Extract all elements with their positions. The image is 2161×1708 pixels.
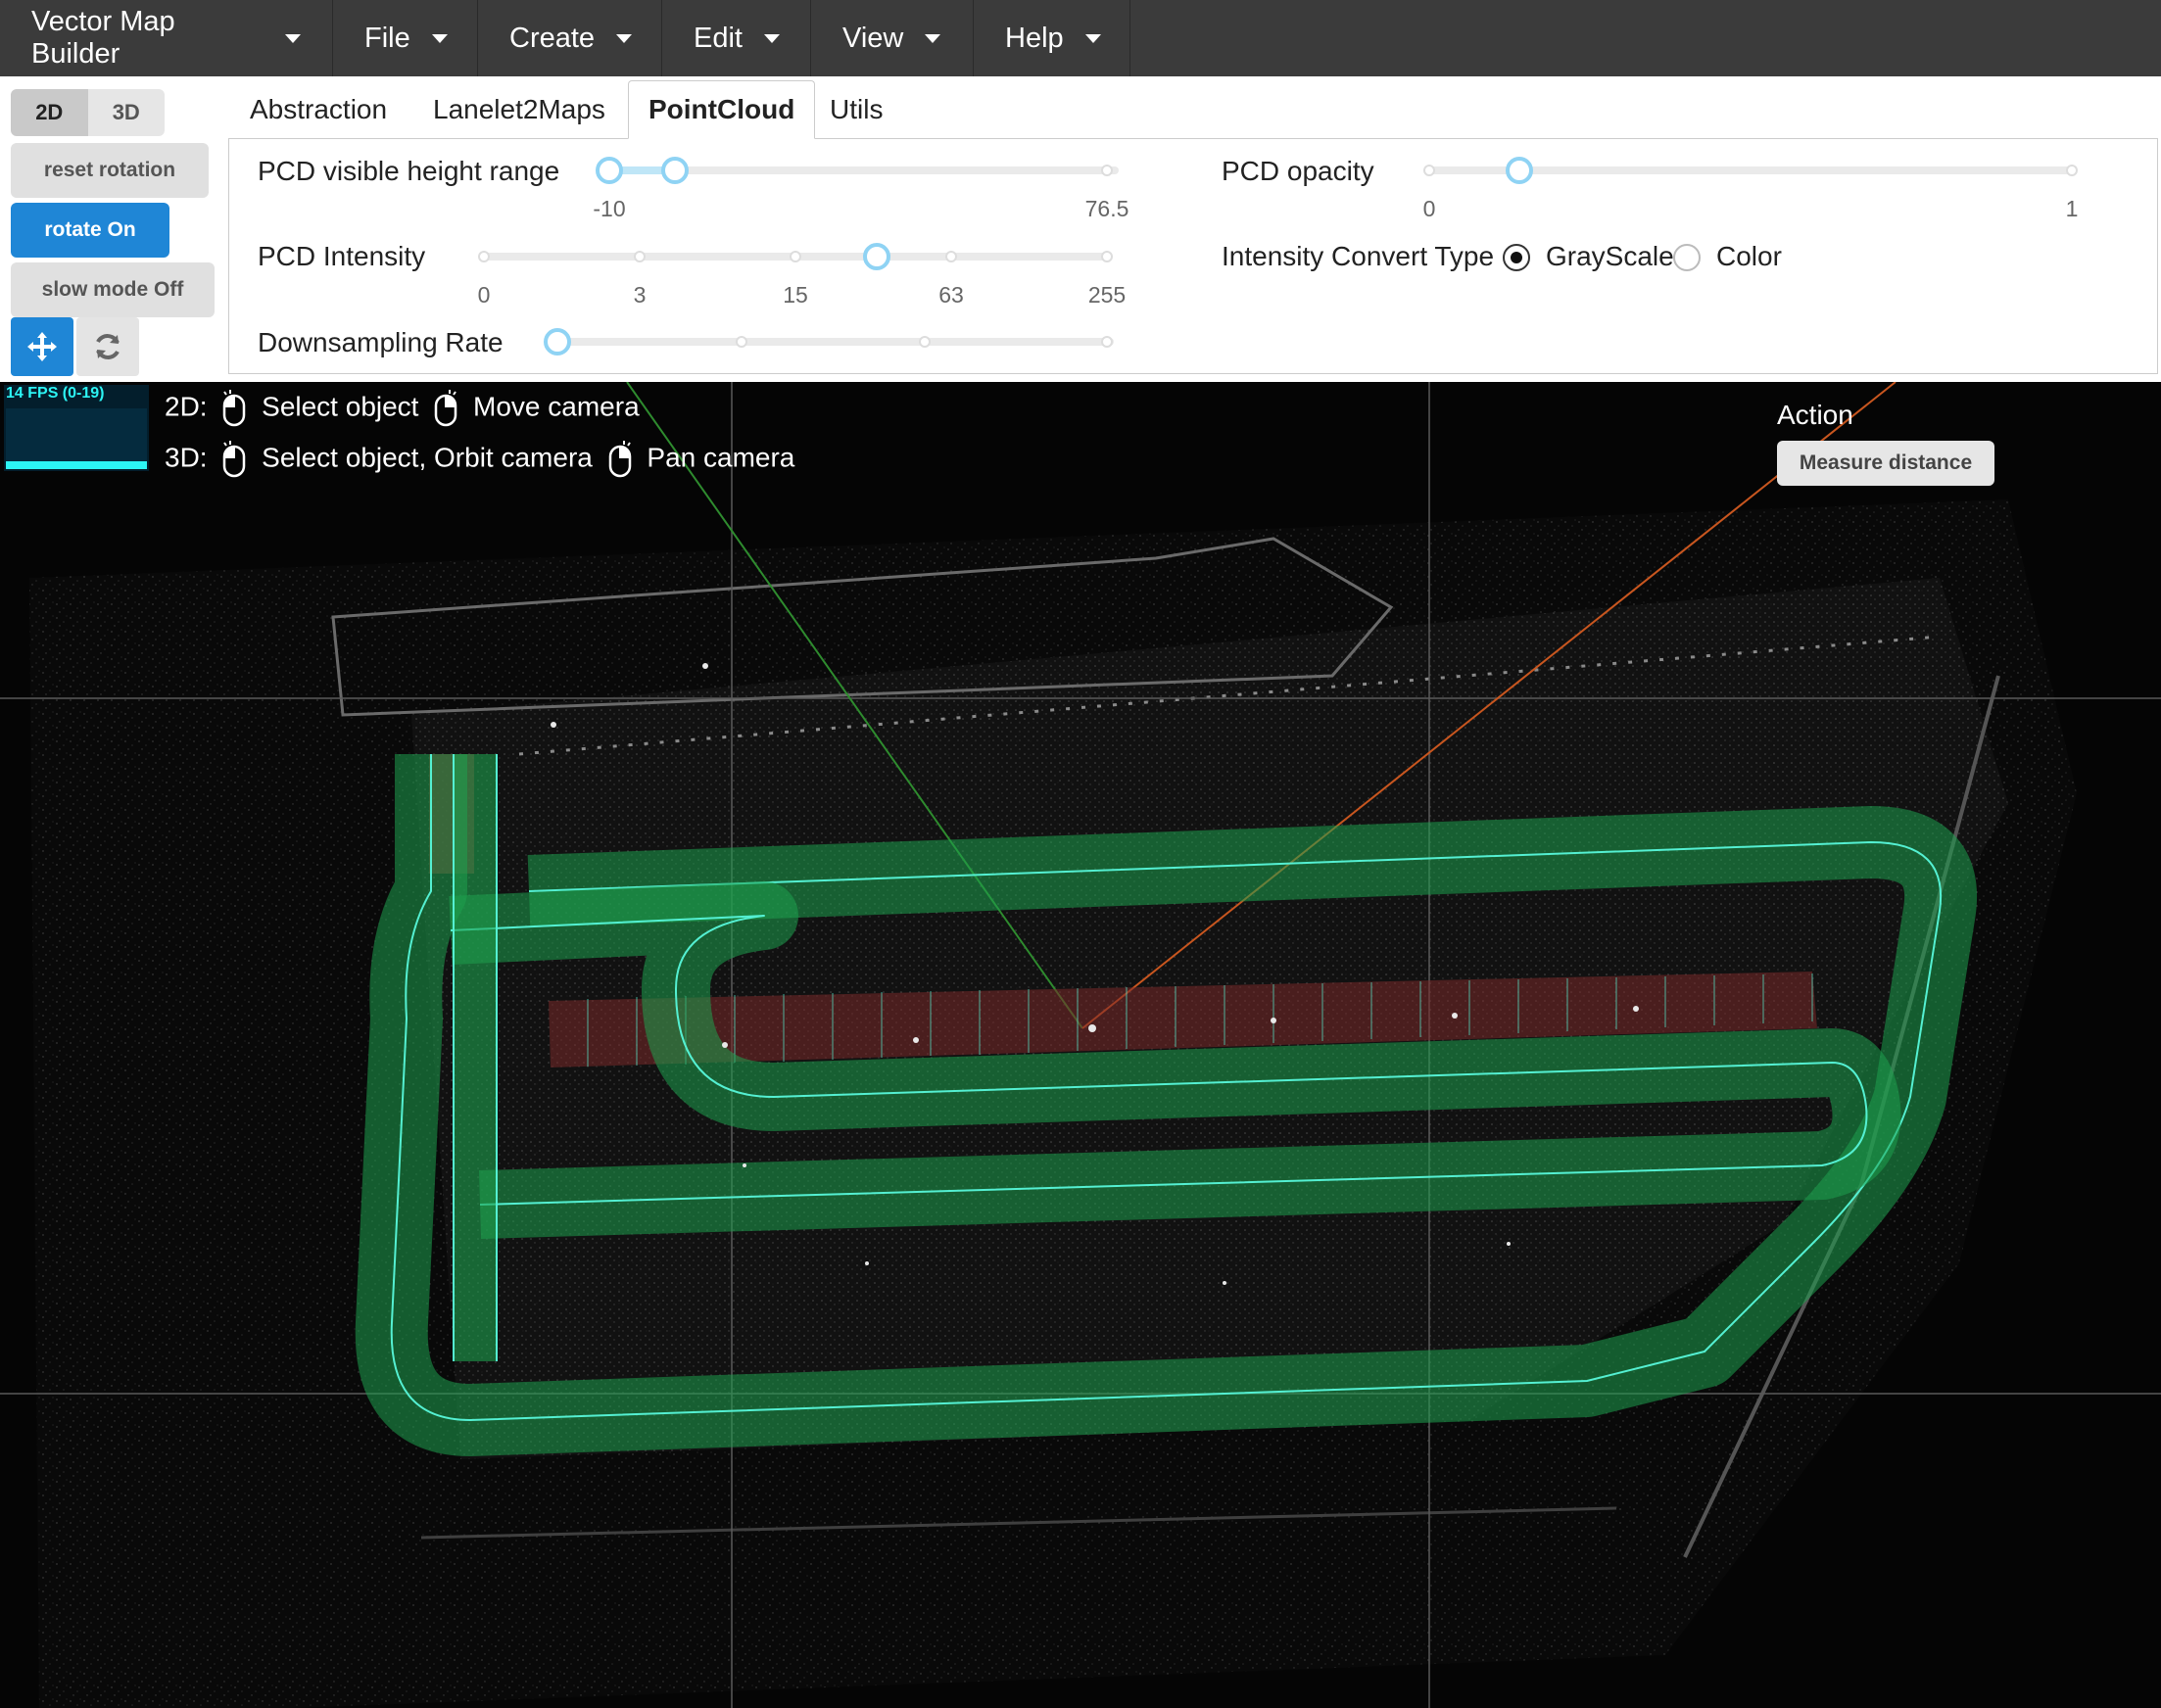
intensity-convert-label: Intensity Convert Type xyxy=(1222,241,1495,271)
rotate-toggle-button[interactable]: rotate On xyxy=(11,203,169,258)
intensity-tick xyxy=(1101,251,1113,262)
fps-graph-bar xyxy=(6,461,147,469)
tab-utils[interactable]: Utils xyxy=(810,80,902,139)
chevron-down-icon xyxy=(925,33,941,43)
mouse-right-click-icon xyxy=(608,441,631,478)
hint-3d-pan: Pan camera xyxy=(647,442,795,473)
opacity-label: PCD opacity xyxy=(1222,156,1374,186)
menu-create-label: Create xyxy=(509,22,596,54)
mouse-left-click-icon xyxy=(223,390,246,427)
menu-file-label: File xyxy=(364,22,410,54)
reset-rotation-button[interactable]: reset rotation xyxy=(11,143,209,198)
downsampling-handle[interactable] xyxy=(544,328,571,356)
chevron-down-icon xyxy=(285,33,301,43)
menu-create[interactable]: Create xyxy=(478,0,662,76)
chevron-down-icon xyxy=(763,33,780,43)
height-range-tick xyxy=(1101,165,1113,176)
downsampling-track[interactable] xyxy=(555,338,1114,346)
measure-distance-button[interactable]: Measure distance xyxy=(1777,441,1994,486)
vector-map-builder-app: Vector Map Builder File Create Edit View… xyxy=(0,0,2161,1708)
intensity-tick-label: 63 xyxy=(938,282,964,308)
hint-2d-move: Move camera xyxy=(473,391,640,422)
map-viewport[interactable]: 14 FPS (0-19) 2D: Select object Move cam… xyxy=(0,382,2161,1708)
opacity-handle[interactable] xyxy=(1506,157,1533,184)
action-label: Action xyxy=(1777,400,1853,430)
fps-monitor[interactable]: 14 FPS (0-19) xyxy=(4,385,149,471)
color-radio[interactable] xyxy=(1673,244,1701,271)
tab-lanelet2maps[interactable]: Lanelet2Maps xyxy=(413,80,625,139)
menu-edit-label: Edit xyxy=(694,22,743,54)
downsampling-label: Downsampling Rate xyxy=(258,327,504,357)
intensity-tick-label: 15 xyxy=(783,282,808,308)
intensity-tick-label: 0 xyxy=(477,282,491,308)
height-range-min-label: -10 xyxy=(593,196,626,221)
intensity-tick-label: 3 xyxy=(633,282,647,308)
menu-view[interactable]: View xyxy=(811,0,974,76)
intensity-handle[interactable] xyxy=(863,243,890,270)
intensity-tick xyxy=(945,251,957,262)
chevron-down-icon xyxy=(616,33,633,43)
hint-3d-select: Select object, Orbit camera xyxy=(262,442,593,473)
downsampling-tick xyxy=(736,336,747,348)
control-panel: 2D 3D reset rotation rotate On slow mode… xyxy=(0,76,2161,382)
rotate-icon xyxy=(96,334,120,359)
downsampling-tick xyxy=(919,336,931,348)
grayscale-radio[interactable] xyxy=(1503,244,1530,271)
intensity-tick-label: 255 xyxy=(1087,282,1127,308)
color-option-label[interactable]: Color xyxy=(1716,241,1782,272)
map-scene[interactable] xyxy=(0,382,2161,1708)
menu-app[interactable]: Vector Map Builder xyxy=(0,0,333,76)
menu-view-label: View xyxy=(842,22,904,54)
opacity-max-label: 1 xyxy=(2065,196,2079,221)
chevron-down-icon xyxy=(1084,33,1101,43)
downsampling-tick xyxy=(1101,336,1113,348)
menu-file[interactable]: File xyxy=(333,0,478,76)
tab-pointcloud[interactable]: PointCloud xyxy=(628,80,816,139)
opacity-min-label: 0 xyxy=(1422,196,1436,221)
height-range-label: PCD visible height range xyxy=(258,156,560,186)
fps-graph xyxy=(6,408,147,469)
grayscale-option-label[interactable]: GrayScale xyxy=(1546,241,1674,272)
fps-text: 14 FPS (0-19) xyxy=(6,385,105,402)
opacity-tick-max xyxy=(2066,165,2078,176)
intensity-tick xyxy=(790,251,801,262)
menubar: Vector Map Builder File Create Edit View… xyxy=(0,0,2161,76)
mouse-left-click-icon xyxy=(223,441,246,478)
view-3d-button[interactable]: 3D xyxy=(87,89,165,136)
menu-app-label: Vector Map Builder xyxy=(31,6,175,70)
opacity-tick-min xyxy=(1423,165,1435,176)
menu-help-label: Help xyxy=(1005,22,1064,54)
slow-mode-toggle-button[interactable]: slow mode Off xyxy=(11,262,215,317)
hint-2d-prefix: 2D: xyxy=(165,391,208,422)
height-range-high-handle[interactable] xyxy=(661,157,689,184)
move-tool-button[interactable] xyxy=(11,317,73,376)
hint-2d: 2D: Select object Move camera xyxy=(165,390,640,427)
menu-help[interactable]: Help xyxy=(974,0,1130,76)
pointcloud-tab-content: PCD visible height range -10 76.5 PCD op… xyxy=(228,138,2158,374)
intensity-tick xyxy=(478,251,490,262)
intensity-tick xyxy=(634,251,646,262)
mouse-right-click-icon xyxy=(435,390,457,427)
menu-edit[interactable]: Edit xyxy=(662,0,811,76)
chevron-down-icon xyxy=(431,33,448,43)
rotate-tool-button[interactable] xyxy=(76,317,139,376)
tab-abstraction[interactable]: Abstraction xyxy=(230,80,407,139)
intensity-label: PCD Intensity xyxy=(258,241,426,271)
height-range-max-label: 76.5 xyxy=(1084,196,1129,221)
hint-2d-select: Select object xyxy=(262,391,419,422)
hint-3d: 3D: Select object, Orbit camera Pan came… xyxy=(165,441,794,478)
view-mode-toggle: 2D 3D xyxy=(11,89,165,136)
view-2d-button[interactable]: 2D xyxy=(11,89,88,136)
move-arrows-icon xyxy=(27,332,57,361)
height-range-low-handle[interactable] xyxy=(596,157,623,184)
hint-3d-prefix: 3D: xyxy=(165,442,208,473)
